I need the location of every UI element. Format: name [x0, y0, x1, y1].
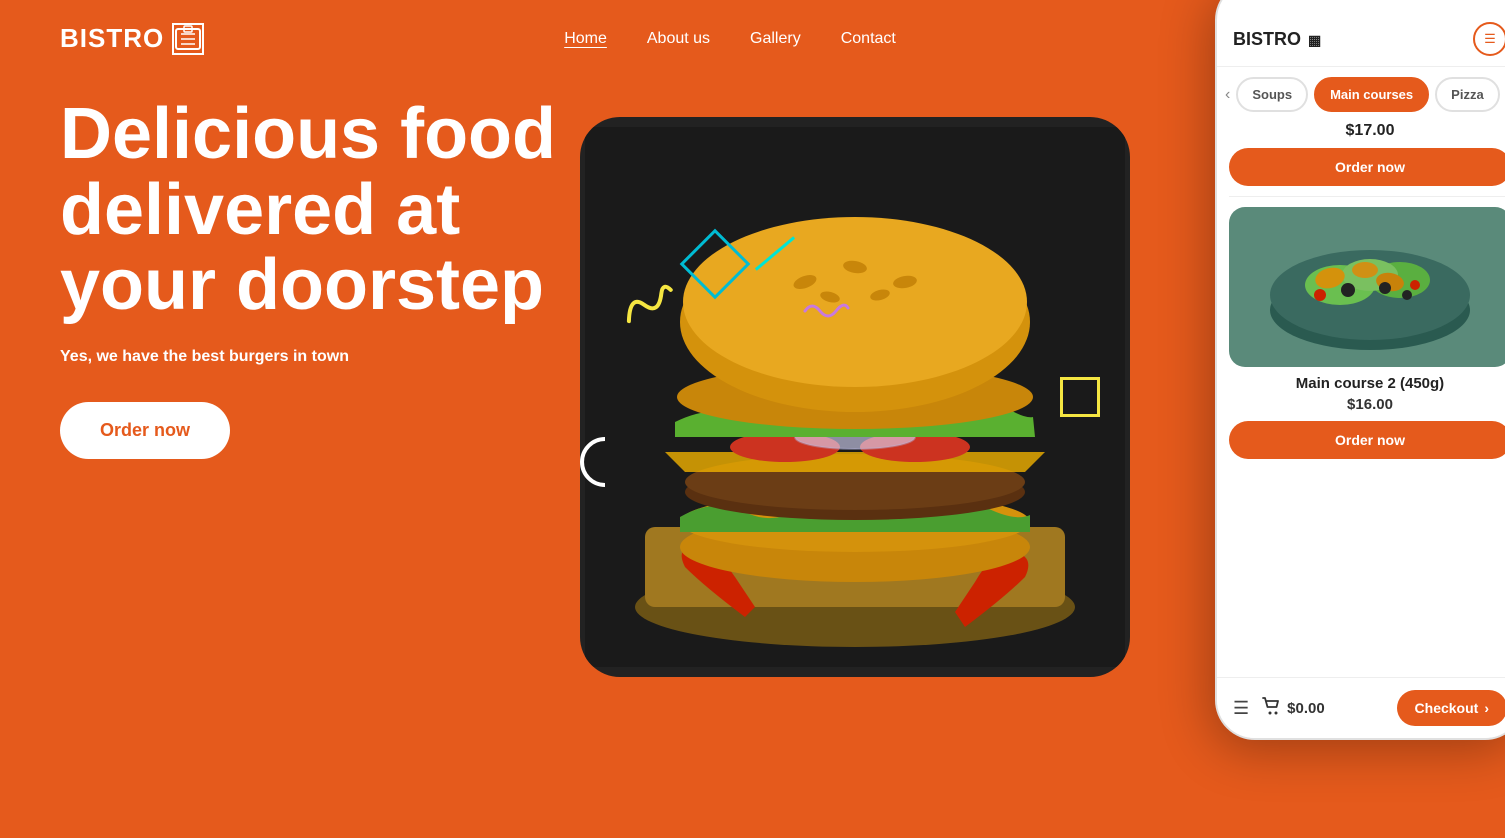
- phone-bottom-left: ☰ $0.00: [1233, 696, 1325, 721]
- nav-contact[interactable]: Contact: [841, 30, 896, 48]
- partial-menu-item: $17.00 Order now: [1229, 122, 1505, 197]
- cart-total: $0.00: [1287, 700, 1325, 717]
- menu-item-name: Main course 2 (450g): [1229, 375, 1505, 392]
- hero-text: Delicious food delivered at your doorste…: [60, 97, 560, 459]
- phone-bottom-bar: ☰ $0.00 Checkout ›: [1217, 677, 1505, 738]
- phone-logo: BISTRO ▦: [1233, 29, 1321, 50]
- hero-title: Delicious food delivered at your doorste…: [60, 97, 560, 324]
- hero-subtitle: Yes, we have the best burgers in town: [60, 348, 560, 366]
- deco-yellow-rectangle: [1060, 377, 1100, 417]
- logo: BISTRO: [60, 23, 204, 55]
- deco-squiggle-purple: [800, 295, 850, 329]
- phone-content: BISTRO ▦ ☰ ‹ Soups Main courses Pizza ›: [1217, 0, 1505, 738]
- bottom-menu-icon[interactable]: ☰: [1233, 698, 1249, 719]
- menu-item-image: [1229, 207, 1505, 367]
- hamburger-menu-icon: ☰: [1484, 31, 1496, 47]
- partial-item-price: $17.00: [1229, 122, 1505, 140]
- main-website: BISTRO Home About us Gallery: [0, 0, 1505, 838]
- checkout-button[interactable]: Checkout ›: [1397, 690, 1505, 726]
- checkout-arrow-icon: ›: [1484, 700, 1489, 716]
- tab-soups[interactable]: Soups: [1236, 77, 1308, 112]
- phone-category-tabs: ‹ Soups Main courses Pizza ›: [1217, 67, 1505, 122]
- tabs-prev-arrow[interactable]: ‹: [1225, 86, 1230, 104]
- phone-logo-text: BISTRO ▦: [1233, 29, 1321, 49]
- partial-order-button[interactable]: Order now: [1229, 148, 1505, 186]
- nav-about[interactable]: About us: [647, 30, 710, 48]
- phone-mockup: BISTRO ▦ ☰ ‹ Soups Main courses Pizza ›: [1215, 0, 1505, 740]
- phone-navbar: BISTRO ▦ ☰: [1217, 12, 1505, 67]
- phone-notch: [1310, 0, 1430, 8]
- nav-gallery[interactable]: Gallery: [750, 30, 801, 48]
- cart-icon: [1261, 696, 1281, 721]
- burger-image: [580, 117, 1130, 677]
- menu-item-order-button[interactable]: Order now: [1229, 421, 1505, 459]
- tab-pizza[interactable]: Pizza: [1435, 77, 1500, 112]
- logo-text: BISTRO: [60, 23, 164, 54]
- phone-menu-items: $17.00 Order now: [1217, 122, 1505, 471]
- tab-main-courses[interactable]: Main courses: [1314, 77, 1429, 112]
- phone-logo-icon: ▦: [1308, 32, 1321, 48]
- logo-icon: [172, 23, 204, 55]
- menu-item-1: Main course 2 (450g) $16.00 Order now: [1229, 207, 1505, 459]
- menu-item-price: $16.00: [1229, 396, 1505, 413]
- cart-info: $0.00: [1261, 696, 1325, 721]
- nav-links: Home About us Gallery Contact: [564, 30, 896, 48]
- hero-order-button[interactable]: Order now: [60, 402, 230, 459]
- phone-menu-button[interactable]: ☰: [1473, 22, 1505, 56]
- nav-home[interactable]: Home: [564, 30, 607, 48]
